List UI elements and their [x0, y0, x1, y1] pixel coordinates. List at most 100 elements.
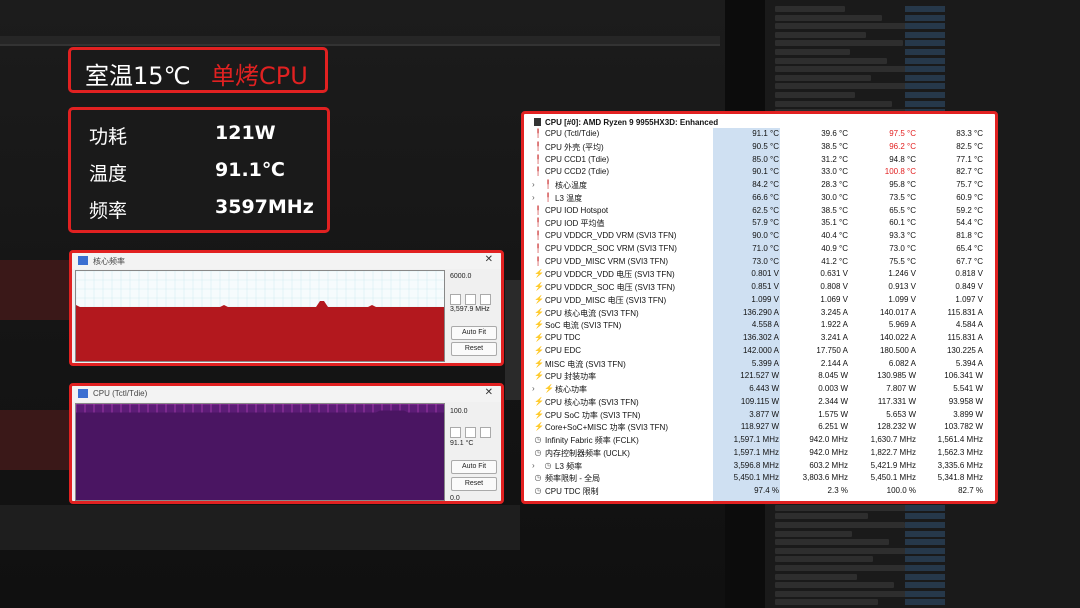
background-row — [775, 31, 866, 38]
sensor-name: SoC 电流 (SVI3 TFN) — [545, 321, 622, 331]
sensor-name: CPU VDDCR_VDD VRM (SVI3 TFN) — [545, 231, 677, 240]
sensor-avg-value: 77.1 °C — [956, 154, 983, 164]
expand-chevron-icon[interactable]: › — [532, 384, 535, 393]
sensor-row[interactable]: ╿ CPU IOD Hotspot 62.5 °C 38.5 °C 65.5 °C 59.… — [524, 205, 995, 218]
background-row-value — [905, 31, 945, 38]
stat-label: 温度 — [89, 163, 128, 185]
sensor-group-header[interactable]: CPU [#0]: AMD Ryzen 9 9955HX3D: Enhanced — [534, 118, 718, 127]
sensor-row[interactable]: ⚡ CPU VDD_MISC 电压 (SVI3 TFN) 1.099 V 1.069 … — [524, 294, 995, 307]
sensor-row[interactable]: ╿ CPU IOD 平均值 57.9 °C 35.1 °C 60.1 °C 54.4 °C — [524, 217, 995, 230]
sensor-name: CPU (Tctl/Tdie) — [545, 129, 600, 138]
sensor-row[interactable]: ◷ 内存控制器频率 (UCLK) 1,597.1 MHz 942.0 MHz 1,822… — [524, 447, 995, 460]
background-divider — [0, 44, 720, 46]
cpu-temperature-graph-window: CPU (Tctl/Tdie) ✕ 100.0 91.1 °C Auto Fit… — [69, 383, 504, 504]
expand-chevron-icon[interactable]: › — [532, 461, 535, 470]
sensor-cur-value: 136.302 A — [742, 333, 779, 342]
reset-button[interactable]: Reset — [451, 342, 497, 356]
graph-color-box[interactable] — [480, 427, 491, 438]
sensor-row[interactable]: › ◷ L3 频率 3,596.8 MHz 603.2 MHz 5,421.9 MHz 3,… — [524, 460, 995, 473]
graph-color-box[interactable] — [450, 427, 461, 438]
expand-chevron-icon[interactable]: › — [532, 180, 535, 189]
sensor-avg-value: 59.2 °C — [956, 205, 983, 215]
sensor-avg-value: 75.7 °C — [956, 180, 983, 189]
sensor-name: 核心功率 — [555, 385, 587, 394]
close-icon[interactable]: ✕ — [485, 254, 493, 265]
sensor-row[interactable]: › ╿ L3 温度 66.6 °C 30.0 °C 73.5 °C 60.9 °C — [524, 192, 995, 205]
sensor-row[interactable]: › ⚡ 核心功率 6.443 W 0.003 W 7.807 W 5.541 W — [524, 383, 995, 396]
sensor-cur-value: 66.6 °C — [752, 192, 779, 202]
sensor-name: CPU VDD_MISC 电压 (SVI3 TFN) — [545, 295, 667, 305]
sensor-row[interactable]: ⚡ CPU SoC 功率 (SVI3 TFN) 3.877 W 1.575 W 5.65… — [524, 409, 995, 422]
bolt-icon: ⚡ — [534, 307, 544, 317]
sensor-row[interactable]: ╿ CPU CCD2 (Tdie) 90.1 °C 33.0 °C 100.8 °C 82… — [524, 166, 995, 179]
sensor-row[interactable]: ⚡ SoC 电流 (SVI3 TFN) 4.558 A 1.922 A 5.969 A 4… — [524, 319, 995, 332]
sensor-row[interactable]: ╿ CPU VDDCR_SOC VRM (SVI3 TFN) 71.0 °C 40.9… — [524, 243, 995, 256]
sensor-row[interactable]: ╿ CPU VDDCR_VDD VRM (SVI3 TFN) 90.0 °C 40.4… — [524, 230, 995, 243]
graph-color-box[interactable] — [465, 294, 476, 305]
graph-color-box[interactable] — [465, 427, 476, 438]
close-icon[interactable]: ✕ — [485, 387, 493, 398]
sensor-min-value: 40.4 °C — [821, 231, 848, 240]
sensor-row[interactable]: ◷ CPU TDC 限制 97.4 % 2.3 % 100.0 % 82.7 % — [524, 485, 995, 498]
sensor-name: CPU TDC 限制 — [545, 487, 599, 496]
room-temp-label: 室温15℃ — [85, 62, 191, 90]
sensor-min-value: 40.9 °C — [821, 243, 848, 253]
expand-chevron-icon[interactable]: › — [532, 193, 535, 202]
sensor-row[interactable]: ╿ CPU CCD1 (Tdie) 85.0 °C 31.2 °C 94.8 °C 77.… — [524, 154, 995, 167]
graph-color-box[interactable] — [480, 294, 491, 305]
graph-titlebar[interactable]: 核心频率 ✕ — [72, 253, 501, 269]
sensor-row[interactable]: ⚡ CPU 核心电流 (SVI3 TFN) 136.290 A 3.245 A 140.… — [524, 307, 995, 320]
sensor-row[interactable]: ⚡ CPU EDC 142.000 A 17.750 A 180.500 A 130.22… — [524, 345, 995, 358]
background-row-value — [905, 556, 945, 563]
graph-color-box[interactable] — [450, 294, 461, 305]
sensor-name: CPU VDDCR_VDD 电压 (SVI3 TFN) — [545, 270, 675, 280]
sensor-avg-value: 83.3 °C — [956, 129, 983, 138]
thermometer-icon: ╿ — [535, 141, 541, 151]
graph-current-label: 3,597.9 MHz — [450, 306, 490, 313]
auto-fit-button[interactable]: Auto Fit — [451, 326, 497, 340]
sensor-min-value: 41.2 °C — [821, 256, 848, 266]
stat-label: 频率 — [89, 200, 128, 222]
sensor-row[interactable]: ◷ Infinity Fabric 频率 (FCLK) 1,597.1 MHz 942… — [524, 434, 995, 447]
sensor-row[interactable]: ⚡ CPU VDDCR_SOC 电压 (SVI3 TFN) 0.851 V 0.808… — [524, 281, 995, 294]
sensor-cur-value: 0.801 V — [751, 269, 779, 279]
sensor-avg-value: 82.7 % — [958, 486, 983, 495]
sensor-cur-value: 71.0 °C — [752, 243, 779, 253]
sensor-avg-value: 1,562.3 MHz — [937, 447, 983, 457]
sensor-min-value: 30.0 °C — [821, 192, 848, 202]
sensor-cur-value: 121.527 W — [740, 371, 779, 381]
sensor-row[interactable]: ╿ CPU (Tctl/Tdie) 91.1 °C 39.6 °C 97.5 °C 83.… — [524, 128, 995, 141]
graph-area — [76, 301, 444, 361]
bolt-icon: ⚡ — [534, 269, 544, 279]
sensor-row[interactable]: ╿ CPU 外壳 (平均) 90.5 °C 38.5 °C 96.2 °C 82.5 °C — [524, 141, 995, 154]
stat-value: 3597MHz — [215, 196, 314, 218]
sensor-row[interactable]: ⚡ MISC 电流 (SVI3 TFN) 5.399 A 2.144 A 6.082 A… — [524, 358, 995, 371]
sensor-row[interactable]: ⚡ CPU 核心功率 (SVI3 TFN) 109.115 W 2.344 W 117.… — [524, 396, 995, 409]
sensor-row[interactable]: ⚡ CPU VDDCR_VDD 电压 (SVI3 TFN) 0.801 V 0.631… — [524, 268, 995, 281]
graph-titlebar[interactable]: CPU (Tctl/Tdie) ✕ — [72, 386, 501, 402]
background-row-value — [905, 14, 945, 21]
sensor-min-value: 6.251 W — [818, 422, 848, 432]
sensor-max-value: 1,822.7 MHz — [870, 447, 916, 457]
sensor-name: CPU IOD 平均值 — [545, 219, 605, 229]
sensor-row[interactable]: ╿ CPU VDD_MISC VRM (SVI3 TFN) 73.0 °C 41.2 … — [524, 256, 995, 269]
bolt-icon: ⚡ — [544, 384, 554, 393]
sensor-row[interactable]: ◷ 频率限制 - 全局 5,450.1 MHz 3,803.6 MHz 5,450.1 … — [524, 472, 995, 485]
reset-button[interactable]: Reset — [451, 477, 497, 491]
background-row-value — [905, 66, 945, 73]
sensor-row[interactable]: ⚡ CPU 封装功率 121.527 W 8.045 W 130.985 W 106.34… — [524, 370, 995, 383]
sensor-row[interactable]: › ╿ 核心温度 84.2 °C 28.3 °C 95.8 °C 75.7 °C — [524, 179, 995, 192]
clock-icon: ◷ — [544, 460, 552, 470]
sensor-row[interactable]: ⚡ CPU TDC 136.302 A 3.241 A 140.022 A 115.831… — [524, 332, 995, 345]
sensor-min-value: 28.3 °C — [821, 180, 848, 189]
sensor-avg-value: 82.7 °C — [956, 167, 983, 177]
background-row-value — [905, 74, 945, 81]
sensor-min-value: 2.344 W — [818, 396, 848, 406]
hwinfo-app-icon — [78, 389, 88, 398]
sensor-min-value: 8.045 W — [818, 371, 848, 381]
stat-label: 功耗 — [89, 126, 128, 148]
sensor-row[interactable]: ⚡ Core+SoC+MISC 功率 (SVI3 TFN) 118.927 W 6.2… — [524, 421, 995, 434]
background-row — [775, 573, 857, 580]
auto-fit-button[interactable]: Auto Fit — [451, 460, 497, 474]
sensor-avg-value: 5,341.8 MHz — [937, 473, 983, 483]
